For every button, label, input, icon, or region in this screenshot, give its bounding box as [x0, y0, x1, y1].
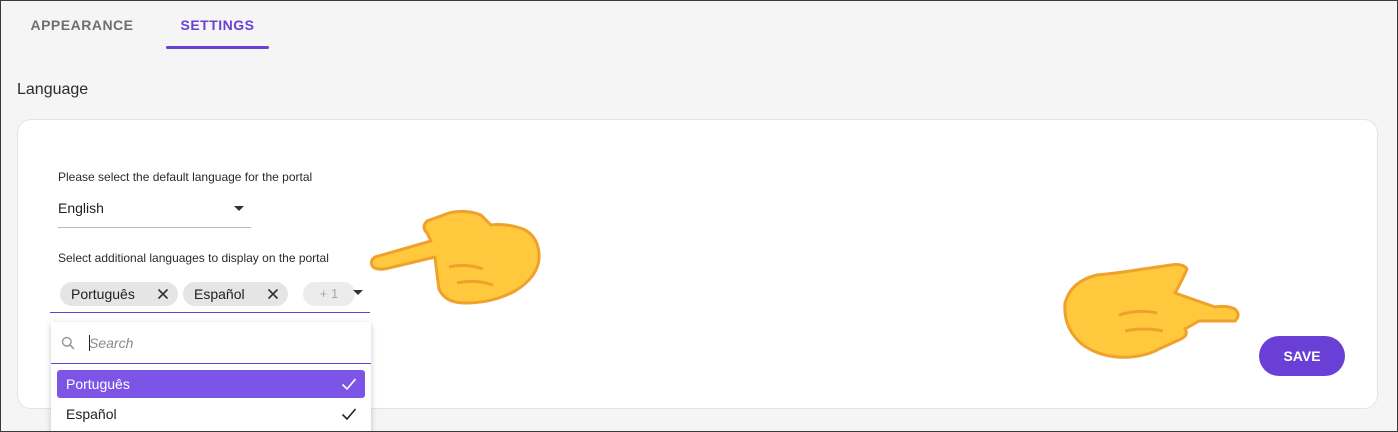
close-icon[interactable]: [157, 288, 169, 300]
check-icon: [341, 378, 357, 391]
additional-languages-label: Select additional languages to display o…: [58, 251, 329, 265]
chip-label: Español: [194, 286, 245, 302]
tab-bar: APPEARANCE SETTINGS: [1, 1, 1397, 49]
chevron-down-icon: [234, 206, 244, 211]
chip-label: Português: [71, 286, 135, 302]
language-chip-portugues: Português: [60, 282, 178, 306]
active-tab-indicator: [166, 46, 269, 49]
tab-settings[interactable]: SETTINGS: [166, 1, 269, 49]
save-button[interactable]: SAVE: [1259, 336, 1345, 376]
default-language-value: English: [58, 200, 104, 216]
pointing-hand-icon: [369, 209, 541, 305]
check-icon: [341, 408, 357, 421]
chevron-down-icon[interactable]: [353, 290, 363, 295]
default-language-select[interactable]: English: [58, 192, 251, 228]
close-icon[interactable]: [267, 288, 279, 300]
tab-appearance[interactable]: APPEARANCE: [19, 1, 145, 49]
dropdown-option-espanol[interactable]: Español: [57, 400, 365, 428]
search-input[interactable]: [89, 332, 349, 354]
language-dropdown: Português Español: [51, 322, 371, 431]
text-cursor: [89, 335, 90, 351]
search-icon: [61, 336, 75, 350]
tab-settings-label: SETTINGS: [180, 17, 255, 33]
option-label: Español: [66, 406, 117, 422]
pointing-hand-icon: [1063, 263, 1240, 359]
dropdown-search: [51, 322, 371, 364]
more-languages-badge: + 1: [303, 282, 355, 306]
additional-languages-select[interactable]: Português Español + 1: [50, 278, 370, 313]
option-label: Português: [66, 376, 130, 392]
app-frame: APPEARANCE SETTINGS Language Please sele…: [0, 0, 1398, 432]
section-title: Language: [17, 81, 89, 98]
default-language-label: Please select the default language for t…: [58, 170, 313, 184]
dropdown-option-portugues[interactable]: Português: [57, 370, 365, 398]
language-chip-espanol: Español: [183, 282, 288, 306]
